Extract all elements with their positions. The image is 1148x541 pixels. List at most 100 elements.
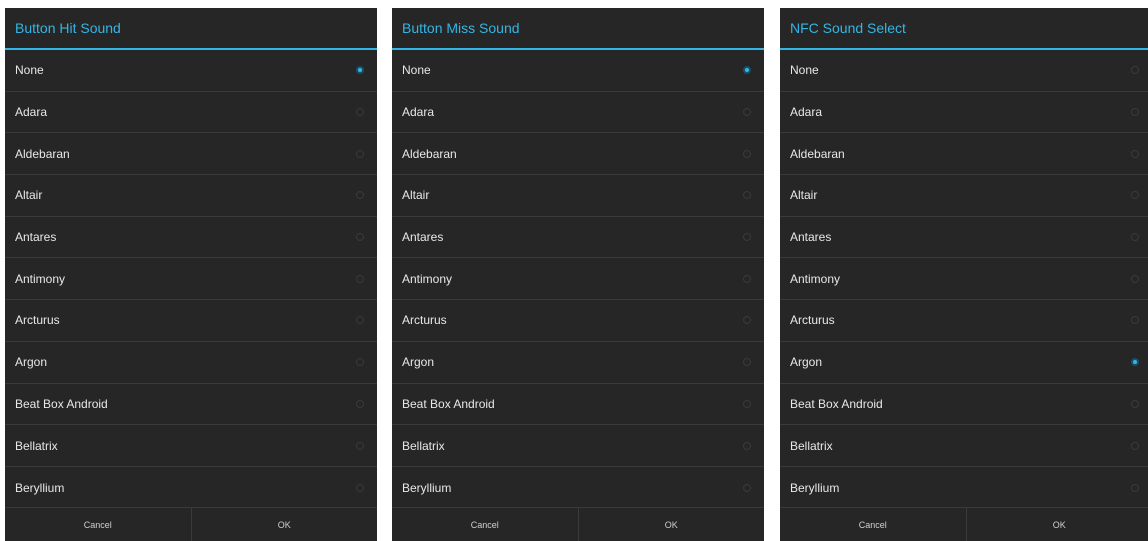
list-item-label: Beryllium bbox=[15, 481, 64, 495]
list-item-label: Argon bbox=[15, 355, 47, 369]
list-item[interactable]: Aldebaran bbox=[780, 133, 1148, 175]
ok-button[interactable]: OK bbox=[966, 508, 1148, 541]
list-item[interactable]: Adara bbox=[392, 92, 764, 134]
list-item-label: Antares bbox=[15, 230, 56, 244]
dialog-title: NFC Sound Select bbox=[780, 8, 1148, 50]
radio-unchecked-icon[interactable] bbox=[1131, 150, 1139, 158]
radio-unchecked-icon[interactable] bbox=[356, 358, 364, 366]
radio-unchecked-icon[interactable] bbox=[356, 316, 364, 324]
radio-unchecked-icon[interactable] bbox=[1131, 66, 1139, 74]
list-item[interactable]: None bbox=[392, 50, 764, 92]
list-item[interactable]: Beryllium bbox=[780, 467, 1148, 509]
list-item[interactable]: None bbox=[5, 50, 377, 92]
radio-unchecked-icon[interactable] bbox=[1131, 191, 1139, 199]
radio-checked-icon[interactable] bbox=[356, 66, 364, 74]
list-item[interactable]: Beryllium bbox=[5, 467, 377, 509]
radio-unchecked-icon[interactable] bbox=[356, 442, 364, 450]
dialog-title: Button Hit Sound bbox=[5, 8, 377, 50]
cancel-button[interactable]: Cancel bbox=[780, 508, 966, 541]
list-item[interactable]: Argon bbox=[780, 342, 1148, 384]
list-item-label: Antares bbox=[402, 230, 443, 244]
list-item-label: None bbox=[402, 63, 431, 77]
list-item-label: Aldebaran bbox=[15, 147, 70, 161]
nfc-sound-select-dialog: NFC Sound Select None Adara Aldebaran Altai… bbox=[780, 8, 1148, 541]
radio-unchecked-icon[interactable] bbox=[356, 275, 364, 283]
list-item[interactable]: Arcturus bbox=[392, 300, 764, 342]
list-item[interactable]: Altair bbox=[392, 175, 764, 217]
list-item[interactable]: Aldebaran bbox=[5, 133, 377, 175]
cancel-button[interactable]: Cancel bbox=[392, 508, 578, 541]
list-item[interactable]: Antimony bbox=[392, 258, 764, 300]
list-item[interactable]: Beat Box Android bbox=[392, 384, 764, 426]
list-item[interactable]: Bellatrix bbox=[392, 425, 764, 467]
radio-unchecked-icon[interactable] bbox=[743, 275, 751, 283]
list-item-label: Aldebaran bbox=[790, 147, 845, 161]
list-item[interactable]: Bellatrix bbox=[5, 425, 377, 467]
dialog-title: Button Miss Sound bbox=[392, 8, 764, 50]
list-item-label: Beat Box Android bbox=[15, 397, 108, 411]
list-item[interactable]: Altair bbox=[780, 175, 1148, 217]
list-item-label: Beat Box Android bbox=[790, 397, 883, 411]
radio-unchecked-icon[interactable] bbox=[743, 484, 751, 492]
radio-unchecked-icon[interactable] bbox=[1131, 484, 1139, 492]
list-item[interactable]: Antares bbox=[5, 217, 377, 259]
ok-button[interactable]: OK bbox=[191, 508, 378, 541]
list-item[interactable]: Beryllium bbox=[392, 467, 764, 509]
radio-unchecked-icon[interactable] bbox=[356, 400, 364, 408]
radio-unchecked-icon[interactable] bbox=[743, 108, 751, 116]
radio-unchecked-icon[interactable] bbox=[1131, 108, 1139, 116]
list-item[interactable]: Argon bbox=[5, 342, 377, 384]
button-miss-sound-dialog: Button Miss Sound None AdaraAldebaran Alta… bbox=[392, 8, 764, 541]
list-item-label: Antimony bbox=[402, 272, 452, 286]
list-item[interactable]: Altair bbox=[5, 175, 377, 217]
radio-unchecked-icon[interactable] bbox=[1131, 275, 1139, 283]
radio-checked-icon[interactable] bbox=[743, 66, 751, 74]
radio-checked-icon[interactable] bbox=[1131, 358, 1139, 366]
list-item[interactable]: Antimony bbox=[780, 258, 1148, 300]
radio-unchecked-icon[interactable] bbox=[743, 442, 751, 450]
list-item[interactable]: Antares bbox=[780, 217, 1148, 259]
radio-unchecked-icon[interactable] bbox=[356, 150, 364, 158]
cancel-button[interactable]: Cancel bbox=[5, 508, 191, 541]
radio-unchecked-icon[interactable] bbox=[1131, 442, 1139, 450]
sound-list: None Adara Aldebaran Altair Antares Antimony A… bbox=[5, 50, 377, 509]
list-item[interactable]: Beat Box Android bbox=[5, 384, 377, 426]
radio-unchecked-icon[interactable] bbox=[356, 484, 364, 492]
radio-unchecked-icon[interactable] bbox=[1131, 400, 1139, 408]
radio-unchecked-icon[interactable] bbox=[356, 108, 364, 116]
list-item-label: None bbox=[15, 63, 44, 77]
list-item[interactable]: Beat Box Android bbox=[780, 384, 1148, 426]
list-item-label: Beat Box Android bbox=[402, 397, 495, 411]
radio-unchecked-icon[interactable] bbox=[1131, 316, 1139, 324]
radio-unchecked-icon[interactable] bbox=[743, 150, 751, 158]
list-item-label: Altair bbox=[402, 188, 429, 202]
list-item-label: Altair bbox=[790, 188, 817, 202]
list-item[interactable]: Arcturus bbox=[5, 300, 377, 342]
radio-unchecked-icon[interactable] bbox=[356, 233, 364, 241]
list-item-label: Bellatrix bbox=[790, 439, 833, 453]
radio-unchecked-icon[interactable] bbox=[743, 316, 751, 324]
dialog-button-bar: Cancel OK bbox=[392, 507, 764, 541]
list-item-label: Arcturus bbox=[790, 313, 835, 327]
list-item[interactable]: Bellatrix bbox=[780, 425, 1148, 467]
radio-unchecked-icon[interactable] bbox=[743, 358, 751, 366]
list-item-label: Antimony bbox=[15, 272, 65, 286]
list-item[interactable]: Arcturus bbox=[780, 300, 1148, 342]
ok-button[interactable]: OK bbox=[578, 508, 765, 541]
list-item[interactable]: Aldebaran bbox=[392, 133, 764, 175]
list-item-label: None bbox=[790, 63, 819, 77]
radio-unchecked-icon[interactable] bbox=[743, 400, 751, 408]
list-item[interactable]: Antimony bbox=[5, 258, 377, 300]
list-item[interactable]: Adara bbox=[5, 92, 377, 134]
radio-unchecked-icon[interactable] bbox=[356, 191, 364, 199]
list-item[interactable]: Argon bbox=[392, 342, 764, 384]
list-item-label: Antares bbox=[790, 230, 831, 244]
radio-unchecked-icon[interactable] bbox=[743, 233, 751, 241]
list-item[interactable]: None bbox=[780, 50, 1148, 92]
radio-unchecked-icon[interactable] bbox=[743, 191, 751, 199]
list-item[interactable]: Antares bbox=[392, 217, 764, 259]
button-hit-sound-dialog: Button Hit Sound None Adara Aldebaran Altai… bbox=[5, 8, 377, 541]
list-item[interactable]: Adara bbox=[780, 92, 1148, 134]
radio-unchecked-icon[interactable] bbox=[1131, 233, 1139, 241]
list-item-label: Argon bbox=[402, 355, 434, 369]
